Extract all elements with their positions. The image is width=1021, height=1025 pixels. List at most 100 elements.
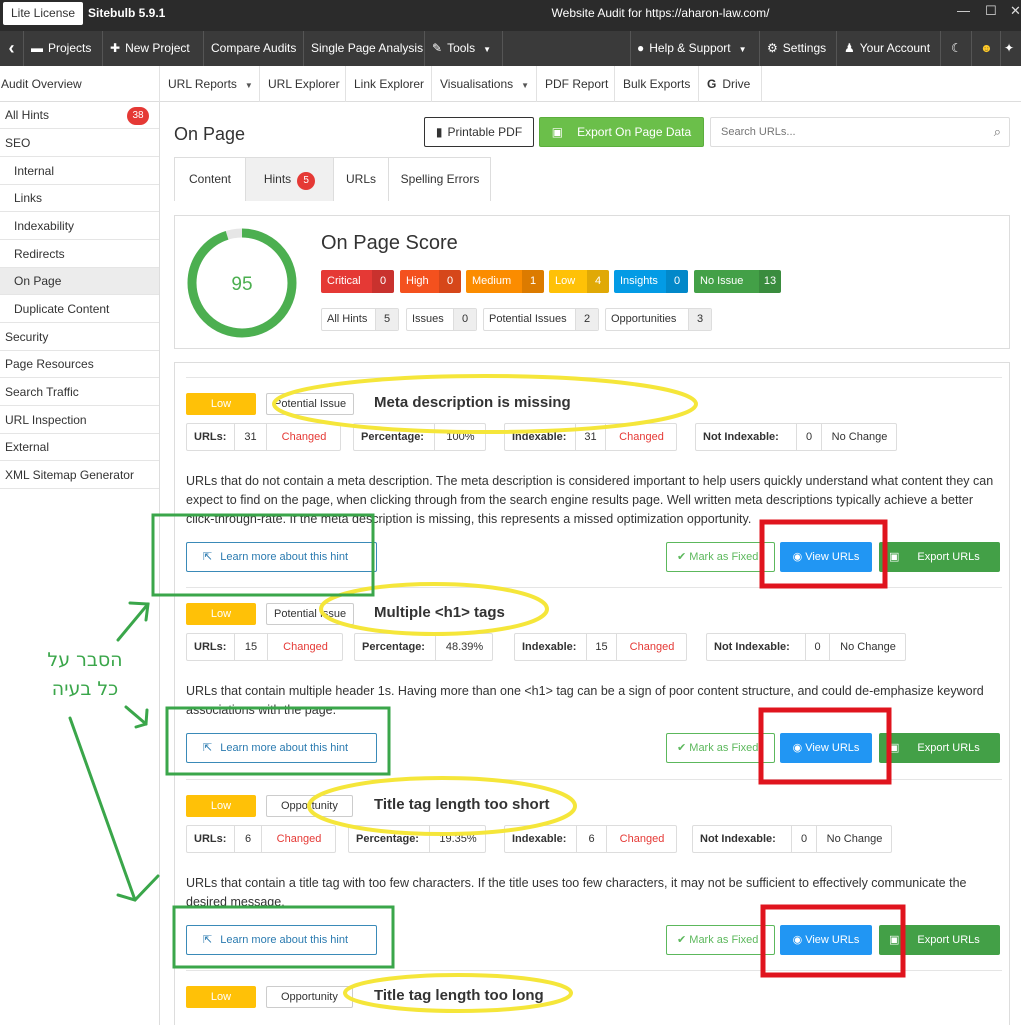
hint-item: Low Potential Issue Multiple <h1> tags U… — [186, 603, 1002, 783]
close-icon[interactable]: ✕ — [1010, 3, 1021, 19]
hint-description: URLs that contain a title tag with too f… — [186, 876, 967, 909]
view-urls-button[interactable]: ◉ View URLs — [780, 925, 872, 955]
filter-opportunities[interactable]: Opportunities 3 — [605, 308, 712, 331]
sidebar-item-all-hints[interactable]: All Hints 38 — [0, 102, 159, 129]
severity-insights[interactable]: Insights 0 — [614, 270, 688, 293]
sidebar-item-xml-sitemap[interactable]: XML Sitemap Generator — [0, 462, 159, 489]
link-explorer-link[interactable]: Link Explorer — [346, 66, 432, 102]
drive-link[interactable]: G Drive — [699, 66, 762, 102]
sidebar-item-page-resources[interactable]: Page Resources — [0, 351, 159, 378]
view-urls-button[interactable]: ◉ View URLs — [780, 733, 872, 763]
export-urls-button[interactable]: ▣ Export URLs — [879, 925, 1000, 955]
search-urls[interactable]: ⌕ — [710, 117, 1010, 147]
printable-pdf-button[interactable]: ▮ Printable PDF — [424, 117, 534, 147]
minimize-icon[interactable]: — — [957, 3, 970, 18]
hint-item: Low Opportunity Title tag length too lon… — [186, 986, 1002, 1025]
sidebar-item-links[interactable]: Links — [0, 185, 159, 212]
twitter-icon[interactable]: ✦ — [1002, 31, 1021, 66]
mark-as-fixed-button[interactable]: ✔ Mark as Fixed — [666, 542, 775, 572]
sidebar-item-duplicate-content[interactable]: Duplicate Content — [0, 296, 159, 323]
maximize-icon[interactable]: ☐ — [985, 3, 997, 19]
settings-button[interactable]: ⚙ Settings — [761, 31, 837, 66]
gear-icon: ⚙ — [767, 41, 778, 55]
hint-type-badge: Potential Issue — [266, 603, 355, 625]
export-urls-button[interactable]: ▣ Export URLs — [879, 542, 1000, 572]
bulk-exports-link[interactable]: Bulk Exports — [615, 66, 699, 102]
folder-icon: ▬ — [31, 41, 43, 55]
tab-content[interactable]: Content — [175, 158, 246, 201]
score-title: On Page Score — [321, 232, 458, 254]
filter-all-hints[interactable]: All Hints 5 — [321, 308, 399, 331]
excel-icon: ▣ — [889, 551, 900, 563]
stat-percentage: Percentage: 19.35% — [348, 825, 486, 853]
back-button[interactable]: ‹ — [0, 31, 24, 66]
help-support-menu[interactable]: ● Help & Support ▼ — [630, 31, 760, 66]
mark-as-fixed-button[interactable]: ✔ Mark as Fixed — [666, 925, 775, 955]
smiley-icon[interactable]: ☻ — [973, 31, 1001, 66]
stat-urls[interactable]: URLs: 15 Changed — [186, 633, 343, 661]
plus-icon: ✚ — [110, 41, 121, 55]
filter-issues[interactable]: Issues 0 — [406, 308, 477, 331]
title-bar: Lite License Sitebulb 5.9.1 Website Audi… — [0, 0, 1021, 31]
learn-more-button[interactable]: ⇱ Learn more about this hint — [186, 542, 377, 572]
view-urls-button[interactable]: ◉ View URLs — [780, 542, 872, 572]
stat-percentage: Percentage: 48.39% — [354, 633, 493, 661]
sidebar-item-redirects[interactable]: Redirects — [0, 241, 159, 268]
stat-not-indexable[interactable]: Not Indexable: 0 No Change — [692, 825, 892, 853]
sidebar-item-internal[interactable]: Internal — [0, 158, 159, 185]
stat-indexable[interactable]: Indexable: 31 Changed — [504, 423, 677, 451]
export-on-page-data-button[interactable]: ▣ Export On Page Data — [539, 117, 704, 147]
url-explorer-link[interactable]: URL Explorer — [260, 66, 346, 102]
eye-icon: ◉ — [792, 551, 806, 563]
sidebar-item-search-traffic[interactable]: Search Traffic — [0, 379, 159, 406]
single-page-analysis-button[interactable]: Single Page Analysis — [305, 31, 425, 66]
learn-more-button[interactable]: ⇱ Learn more about this hint — [186, 925, 377, 955]
export-urls-button[interactable]: ▣ Export URLs — [879, 733, 1000, 763]
tab-urls[interactable]: URLs — [334, 158, 389, 201]
sidebar-item-seo[interactable]: SEO — [0, 130, 159, 157]
excel-icon: ▣ — [551, 125, 564, 139]
dark-mode-icon[interactable]: ☾ — [942, 31, 972, 66]
severity-no-issue[interactable]: No Issue 13 — [694, 270, 781, 293]
stat-urls[interactable]: URLs: 6 Changed — [186, 825, 336, 853]
filter-potential-issues[interactable]: Potential Issues 2 — [483, 308, 599, 331]
url-reports-menu[interactable]: URL Reports ▼ — [160, 66, 260, 102]
pdf-report-link[interactable]: PDF Report — [537, 66, 615, 102]
hint-item: Low Potential Issue Meta description is … — [186, 393, 1002, 578]
priority-badge: Low — [186, 393, 256, 415]
external-link-icon: ⇱ — [203, 742, 213, 754]
tools-menu[interactable]: ✎ Tools ▼ — [426, 31, 503, 66]
learn-more-button[interactable]: ⇱ Learn more about this hint — [186, 733, 377, 763]
stat-not-indexable[interactable]: Not Indexable: 0 No Change — [706, 633, 906, 661]
stat-urls[interactable]: URLs: 31 Changed — [186, 423, 341, 451]
sidebar-item-security[interactable]: Security — [0, 324, 159, 351]
sidebar-item-external[interactable]: External — [0, 434, 159, 461]
eye-icon: ◉ — [792, 934, 806, 946]
search-input[interactable] — [711, 118, 971, 146]
sidebar-item-indexability[interactable]: Indexability — [0, 213, 159, 240]
hint-title: Title tag length too long — [374, 987, 544, 1004]
mark-as-fixed-button[interactable]: ✔ Mark as Fixed — [666, 733, 775, 763]
visualisations-menu[interactable]: Visualisations ▼ — [432, 66, 537, 102]
stat-indexable[interactable]: Indexable: 15 Changed — [514, 633, 687, 661]
check-icon: ✔ — [677, 934, 690, 946]
compare-audits-button[interactable]: Compare Audits — [205, 31, 304, 66]
stat-not-indexable[interactable]: Not Indexable: 0 No Change — [695, 423, 897, 451]
tab-spelling-errors[interactable]: Spelling Errors — [389, 158, 491, 201]
severity-low[interactable]: Low 4 — [549, 270, 609, 293]
new-project-button[interactable]: ✚ New Project — [104, 31, 204, 66]
score-card: 95 On Page Score Critical 0 High 0 Medium 1… — [174, 215, 1010, 349]
severity-critical[interactable]: Critical 0 — [321, 270, 394, 293]
priority-badge: Low — [186, 795, 256, 817]
stat-indexable[interactable]: Indexable: 6 Changed — [504, 825, 677, 853]
sidebar-item-on-page[interactable]: On Page — [0, 268, 159, 295]
projects-button[interactable]: ▬ Projects — [25, 31, 103, 66]
severity-medium[interactable]: Medium 1 — [466, 270, 544, 293]
check-icon: ✔ — [677, 742, 690, 754]
severity-high[interactable]: High 0 — [400, 270, 461, 293]
tab-hints[interactable]: Hints 5 — [246, 158, 334, 201]
sidebar-item-url-inspection[interactable]: URL Inspection — [0, 407, 159, 434]
audit-overview-link[interactable]: Audit Overview — [0, 66, 160, 102]
main-nav: ‹ ▬ Projects ✚ New Project Compare Audits … — [0, 31, 1021, 66]
your-account-button[interactable]: ♟ Your Account — [838, 31, 941, 66]
